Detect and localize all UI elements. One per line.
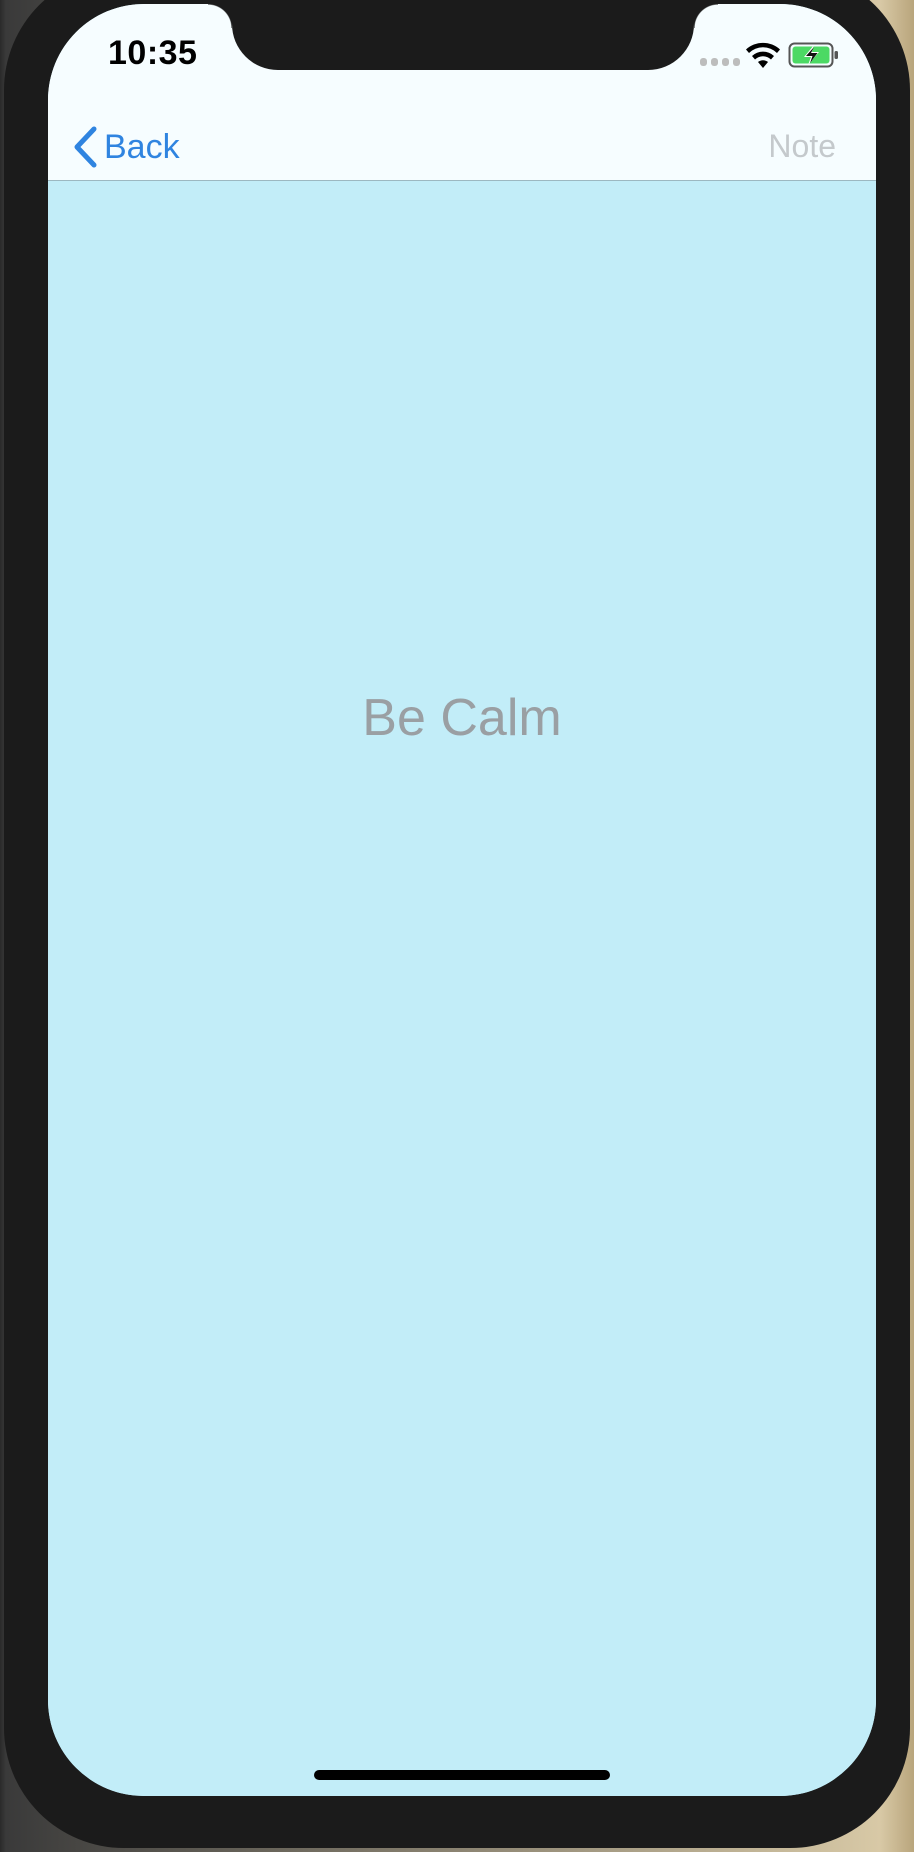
phone-screen: 10:35 Back Note Be Calm: [48, 4, 876, 1796]
calm-message: Be Calm: [362, 689, 562, 747]
main-content: Be Calm: [48, 182, 876, 1796]
status-time: 10:35: [108, 34, 198, 72]
status-bar: 10:35: [48, 4, 876, 114]
note-button[interactable]: Note: [768, 128, 836, 165]
notch: [208, 4, 718, 70]
back-button[interactable]: Back: [72, 120, 180, 174]
wifi-icon: [746, 42, 780, 68]
phone-frame: 10:35 Back Note Be Calm: [4, 0, 910, 1848]
battery-charging-icon: [788, 42, 838, 68]
home-indicator[interactable]: [314, 1770, 610, 1780]
navigation-bar: Back Note: [48, 114, 876, 181]
chevron-left-icon: [74, 126, 97, 168]
back-label: Back: [104, 127, 180, 166]
signal-bars-icon: [700, 56, 740, 66]
